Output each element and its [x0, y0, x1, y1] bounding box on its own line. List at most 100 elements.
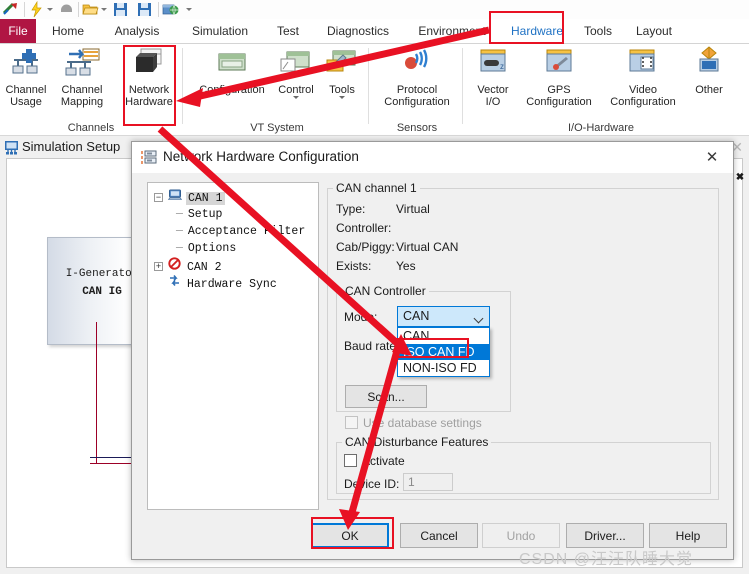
overflow-caret-icon[interactable] [186, 8, 192, 11]
ribbon-button-vector-io[interactable]: z Vector I/O [468, 46, 518, 108]
tree-item-label: Setup [187, 208, 223, 221]
simulation-setup-icon [4, 140, 19, 158]
tab-home[interactable]: Home [40, 19, 96, 44]
tree-item-label: CAN 1 [186, 192, 225, 206]
vt-tools-icon [322, 46, 362, 83]
dropdown-option-non-iso-fd[interactable]: NON-ISO FD [398, 360, 489, 376]
stop-icon[interactable] [58, 1, 75, 18]
mode-combobox-value: CAN [403, 309, 430, 323]
chevron-down-icon[interactable] [293, 96, 299, 99]
ribbon-button-label: Channel Usage [5, 84, 47, 108]
exists-label: Exists: [336, 259, 372, 273]
can-channel-group-legend: CAN channel 1 [333, 181, 420, 195]
tree-connector-icon: ─ [176, 242, 183, 255]
group-separator [462, 48, 463, 124]
cancel-button[interactable]: Cancel [400, 523, 478, 548]
ribbon-button-vt-control[interactable]: Control [274, 46, 318, 99]
lightning-icon[interactable] [28, 0, 45, 18]
ribbon-button-protocol-configuration[interactable]: Protocol Configuration [375, 46, 459, 108]
device-id-input[interactable]: 1 [403, 473, 453, 491]
use-database-settings-checkbox [345, 416, 358, 429]
tab-tools[interactable]: Tools [576, 19, 620, 44]
globe-window-icon[interactable] [162, 1, 179, 18]
save-icon[interactable] [112, 1, 129, 18]
type-value: Virtual [396, 202, 430, 216]
tree-item-label: Acceptance Filter [187, 225, 306, 238]
tree-item-setup[interactable]: ─ Setup [176, 206, 224, 223]
mode-combobox[interactable]: CAN [397, 306, 490, 327]
dialog-title: Network Hardware Configuration [163, 149, 359, 164]
mode-label: Mode: [344, 310, 378, 324]
ribbon-button-other[interactable]: Other [684, 46, 734, 96]
ribbon-button-label: Other [695, 84, 723, 96]
can-disturbance-group-legend: CAN Disturbance Features [342, 435, 492, 449]
gps-configuration-icon [520, 46, 598, 83]
tree-item-label: Hardware Sync [187, 277, 277, 291]
vector-logo-icon[interactable] [2, 1, 19, 18]
chevron-down-icon[interactable] [47, 8, 53, 11]
ribbon-group-vt-system: VT System [250, 122, 304, 134]
simulation-setup-pane-close-icon[interactable]: ✖ [734, 172, 746, 184]
ribbon-button-channel-mapping[interactable]: Channel Mapping [55, 46, 109, 108]
tab-layout[interactable]: Layout [626, 19, 682, 44]
dialog-close-button[interactable]: ✕ [691, 142, 733, 173]
vt-configuration-icon [190, 46, 274, 83]
ribbon-button-label: Channel Mapping [60, 84, 104, 108]
ribbon-button-vt-configuration[interactable]: Configuration [190, 46, 274, 96]
svg-text:z: z [500, 62, 504, 71]
chevron-down-icon[interactable] [473, 313, 484, 324]
device-id-label: Device ID: [344, 477, 400, 491]
tree-expander-icon[interactable]: + [154, 261, 163, 271]
cab-piggy-label: Cab/Piggy: [336, 240, 395, 254]
ribbon-button-gps-configuration[interactable]: GPS Configuration [520, 46, 598, 108]
video-configuration-icon [604, 46, 682, 83]
watermark: CSDN @汪汪队睡大觉 [519, 551, 694, 568]
chevron-down-icon[interactable] [339, 96, 345, 99]
tree-item-can-2[interactable]: + CAN 2 [154, 257, 224, 274]
channel-mapping-icon [55, 46, 109, 83]
quick-access-toolbar [0, 0, 749, 19]
tree-item-options[interactable]: ─ Options [176, 240, 238, 257]
use-database-settings-label: Use database settings [363, 416, 482, 430]
tab-environment[interactable]: Environment [406, 19, 498, 44]
annotation-box-iso-can-fd-option [396, 338, 469, 358]
ribbon-button-video-configuration[interactable]: Video Configuration [604, 46, 682, 108]
computer-icon [167, 189, 183, 207]
cab-piggy-value: Virtual CAN [396, 240, 459, 254]
ribbon-button-label: GPS Configuration [526, 84, 592, 108]
ribbon-button-channel-usage[interactable]: Channel Usage [2, 46, 50, 108]
tree-expander-icon[interactable]: − [154, 193, 163, 203]
protocol-configuration-icon [375, 46, 459, 83]
tab-file[interactable]: File [0, 19, 36, 44]
bus-line-vertical [96, 322, 97, 464]
type-label: Type: [336, 202, 366, 216]
simulation-setup-title: Simulation Setup [22, 139, 121, 154]
dialog-title-bar: Network Hardware Configuration ✕ [132, 142, 733, 173]
hardware-tree[interactable]: − CAN 1 ─ Setup ─ Acceptance Filter ─ Option… [147, 182, 319, 510]
tree-item-can-1[interactable]: − CAN 1 [154, 189, 225, 206]
save-as-icon[interactable] [136, 1, 153, 18]
exists-value: Yes [396, 259, 416, 273]
tree-connector-icon: ─ [176, 225, 183, 238]
chevron-down-icon[interactable] [101, 8, 107, 11]
tree-item-acceptance-filter[interactable]: ─ Acceptance Filter [176, 223, 307, 240]
ribbon-button-label: Vector I/O [477, 84, 509, 108]
open-folder-icon[interactable] [82, 1, 99, 18]
toolbar-separator [24, 2, 25, 17]
controller-label: Controller: [336, 221, 392, 235]
ribbon-button-label: Video Configuration [610, 84, 676, 108]
ribbon-group-io-hardware: I/O-Hardware [567, 122, 635, 134]
tab-diagnostics[interactable]: Diagnostics [314, 19, 402, 44]
tab-analysis[interactable]: Analysis [103, 19, 171, 44]
tab-simulation[interactable]: Simulation [179, 19, 261, 44]
activate-checkbox[interactable] [344, 454, 357, 467]
vt-control-icon [274, 46, 318, 83]
annotation-box-network-hardware-button [123, 45, 176, 126]
scan-button[interactable]: Scan... [345, 385, 427, 408]
tree-item-label: CAN 2 [187, 260, 222, 274]
tab-test[interactable]: Test [268, 19, 308, 44]
group-separator [182, 48, 183, 124]
tree-item-hardware-sync[interactable]: Hardware Sync [154, 274, 279, 291]
ribbon-button-vt-tools[interactable]: Tools [322, 46, 362, 99]
annotation-box-hardware-tab [489, 11, 564, 44]
